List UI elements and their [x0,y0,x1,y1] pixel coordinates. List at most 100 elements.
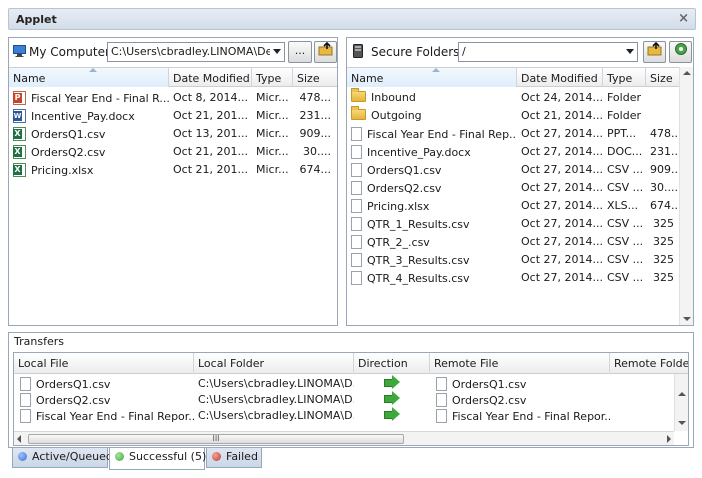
applet-titlebar: Applet × [8,8,696,30]
file-icon [351,217,362,231]
local-col-date[interactable]: Date Modified [169,68,252,87]
green-status-dot-icon [115,452,124,461]
scroll-down-icon[interactable] [678,421,686,425]
remote-path-combobox[interactable]: / [458,42,638,62]
window-title: Applet [16,13,57,26]
file-icon [436,377,447,391]
upload-arrow-icon [384,407,400,421]
powerpoint-file-icon [13,91,26,105]
transfers-col-remote-file[interactable]: Remote File [430,353,610,372]
file-icon [351,235,362,249]
local-file-panel: My Computer C:\Users\cbradley.LINOMA\Des… [8,37,338,326]
table-row[interactable]: OrdersQ2.csv C:\Users\cbradley.LINOMA\D.… [14,391,674,407]
table-row[interactable]: Fiscal Year End - Final Rep... Oct 27, 2… [347,124,680,142]
file-icon [20,409,31,423]
gear-icon [674,43,688,59]
tab-active-queued[interactable]: Active/Queued [12,448,113,468]
file-icon [436,409,447,423]
table-row[interactable]: Incentive_Pay.docx Oct 21, 201... Micr..… [9,106,337,124]
table-row[interactable]: Fiscal Year End - Final R... Oct 8, 2014… [9,88,337,106]
computer-icon [13,45,26,57]
sort-ascending-icon [431,68,440,72]
parent-folder-button[interactable] [314,41,337,63]
table-row[interactable]: Pricing.xlsx Oct 21, 201... Micr... 674.… [9,160,337,178]
local-path-row: My Computer C:\Users\cbradley.LINOMA\Des… [9,38,337,67]
transfers-list: OrdersQ1.csv C:\Users\cbradley.LINOMA\D.… [14,375,674,423]
local-label: My Computer [29,45,110,59]
table-row[interactable]: QTR_4_Results.csv Oct 27, 2014... CSV ..… [347,268,679,286]
red-status-dot-icon [212,452,221,461]
table-row[interactable]: OrdersQ1.csv Oct 13, 201... Micr... 909.… [9,124,337,142]
scroll-up-icon[interactable] [683,71,691,75]
file-icon [351,271,362,285]
local-grid-header: Name Date Modified Type Size [9,67,337,87]
tab-failed[interactable]: Failed [206,448,262,468]
folder-icon [351,88,366,102]
transfers-panel: Transfers Local File Local Folder Direct… [8,332,694,448]
file-icon [351,199,362,213]
word-file-icon [13,109,26,123]
remote-vertical-scrollbar[interactable] [679,67,693,325]
table-row[interactable]: Pricing.xlsx Oct 27, 2014... XLS... 674.… [347,196,680,214]
local-col-name[interactable]: Name [9,68,169,87]
local-col-size[interactable]: Size [293,68,337,87]
remote-file-panel: Secure Folders / Name Date Modified Type… [346,37,694,326]
table-row[interactable]: Inbound Oct 24, 2014... Folder [347,88,679,106]
transfers-col-remote-folder[interactable]: Remote Folder [610,353,688,372]
scroll-thumb[interactable]: III [28,434,404,444]
folder-up-icon [318,41,334,59]
scroll-right-icon[interactable] [667,435,671,443]
transfers-col-direction[interactable]: Direction [354,353,430,372]
upload-arrow-icon [384,391,400,405]
table-row[interactable]: Fiscal Year End - Final Repor... C:\User… [14,407,674,423]
scroll-down-icon[interactable] [683,317,691,321]
table-row[interactable]: QTR_3_Results.csv Oct 27, 2014... CSV ..… [347,250,679,268]
table-row[interactable]: Outgoing Oct 21, 2014... Folder [347,106,679,124]
transfers-col-local-folder[interactable]: Local Folder [194,353,354,372]
parent-folder-button[interactable] [643,41,666,63]
transfers-horizontal-scrollbar[interactable]: III [14,431,674,445]
transfers-grid-header: Local File Local Folder Direction Remote… [14,353,688,374]
transfers-col-local-file[interactable]: Local File [14,353,194,372]
table-row[interactable]: OrdersQ1.csv Oct 27, 2014... CSV ... 909… [347,160,680,178]
file-icon [351,181,362,195]
file-icon [351,127,362,141]
scroll-left-icon[interactable] [17,435,21,443]
browse-button[interactable]: ... [288,41,312,63]
remote-col-type[interactable]: Type [603,68,646,87]
local-path-combobox[interactable]: C:\Users\cbradley.LINOMA\Desk [107,42,285,62]
remote-path-value: / [462,45,466,58]
chevron-down-icon[interactable] [273,49,281,54]
excel-file-icon [13,127,26,141]
file-icon [351,253,362,267]
table-row[interactable]: QTR_1_Results.csv Oct 27, 2014... CSV ..… [347,214,679,232]
folder-up-icon [647,41,663,59]
close-icon[interactable]: × [678,11,689,26]
tab-successful[interactable]: Successful (5) [109,448,206,470]
table-row[interactable]: OrdersQ2.csv Oct 27, 2014... CSV ... 30.… [347,178,679,196]
transfers-title: Transfers [14,335,64,348]
file-icon [20,377,31,391]
remote-label: Secure Folders [371,45,460,59]
transfers-grid: Local File Local Folder Direction Remote… [13,352,689,446]
table-row[interactable]: Incentive_Pay.docx Oct 27, 2014... DOC..… [347,142,680,160]
remote-file-list: Inbound Oct 24, 2014... Folder Outgoing … [347,88,680,286]
table-row[interactable]: OrdersQ1.csv C:\Users\cbradley.LINOMA\D.… [14,375,674,391]
remote-col-name[interactable]: Name [347,68,517,87]
file-icon [351,163,362,177]
table-row[interactable]: OrdersQ2.csv Oct 21, 201... Micr... 30..… [9,142,337,160]
file-icon [351,145,362,159]
upload-arrow-icon [384,375,400,389]
secure-folders-icon [353,44,363,61]
table-row[interactable]: QTR_2_.csv Oct 27, 2014... CSV ... 325 [347,232,679,250]
settings-button[interactable] [669,41,692,63]
folder-icon [351,106,366,120]
local-col-type[interactable]: Type [252,68,293,87]
blue-status-dot-icon [18,452,27,461]
excel-file-icon [13,145,26,159]
remote-col-date[interactable]: Date Modified [517,68,603,87]
transfers-vertical-scrollbar[interactable] [674,374,688,431]
local-file-list: Fiscal Year End - Final R... Oct 8, 2014… [9,88,337,178]
scroll-up-icon[interactable] [678,392,686,396]
chevron-down-icon[interactable] [626,49,634,54]
